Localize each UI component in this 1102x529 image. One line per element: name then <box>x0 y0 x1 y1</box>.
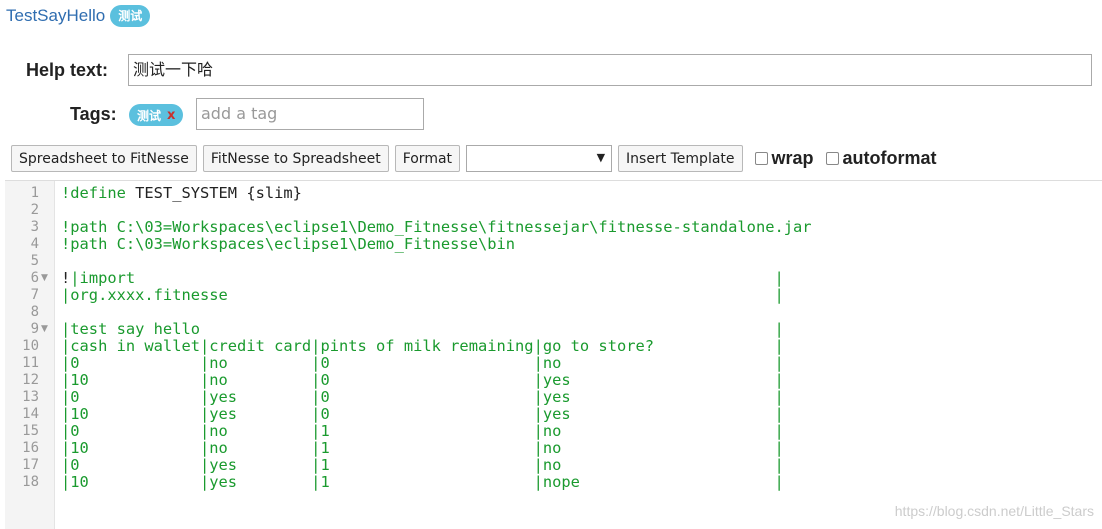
line-number: 8 <box>30 304 39 320</box>
page-header: TestSayHello 测试 <box>6 4 151 28</box>
help-text-label: Help text: <box>26 60 109 80</box>
tag-chip: 测试 x <box>129 104 184 126</box>
line-number: 6 <box>30 270 39 286</box>
page-name-link[interactable]: TestSayHello <box>6 6 105 26</box>
code-token: |org.xxxx.fitnesse | <box>61 286 784 304</box>
help-text-input[interactable]: 测试一下哈 <box>128 54 1092 86</box>
line-number: 17 <box>22 457 39 473</box>
fold-arrow-icon[interactable]: ▼ <box>41 270 48 287</box>
line-number: 3 <box>30 219 39 235</box>
page-tag-badge: 测试 <box>110 5 151 27</box>
code-line: |0 |no |0 |no | <box>61 355 812 372</box>
line-number: 1 <box>30 185 39 201</box>
code-line: |cash in wallet|credit card|pints of mil… <box>61 338 812 355</box>
line-number: 14 <box>22 406 39 422</box>
line-number: 15 <box>22 423 39 439</box>
code-line: !path C:\03=Workspaces\eclipse1\Demo_Fit… <box>61 219 812 236</box>
code-line: ​ <box>61 253 812 270</box>
code-line: |10 |no |0 |yes | <box>61 372 812 389</box>
tag-chip-label: 测试 <box>137 108 162 123</box>
autoformat-checkbox[interactable] <box>825 152 839 165</box>
code-token: |10 |yes |1 |nope | <box>61 473 784 491</box>
code-token: |0 |no |1 |no | <box>61 422 784 440</box>
line-number: 18 <box>22 474 39 490</box>
line-number: 13 <box>22 389 39 405</box>
wrap-label: wrap <box>771 148 814 168</box>
line-number: 4 <box>30 236 39 252</box>
format-button[interactable]: Format <box>394 145 461 172</box>
template-select[interactable]: ▼ <box>466 145 613 172</box>
dropdown-arrow-icon: ▼ <box>596 151 606 164</box>
add-tag-input[interactable]: add a tag <box>196 98 424 130</box>
code-token: !define <box>61 184 126 202</box>
remove-tag-icon[interactable]: x <box>167 108 175 123</box>
code-token: |import | <box>70 269 784 287</box>
fitnesse-to-spreadsheet-button[interactable]: FitNesse to Spreadsheet <box>202 145 389 172</box>
wrap-checkbox[interactable] <box>754 152 768 165</box>
code-line: |0 |yes |1 |no | <box>61 457 812 474</box>
code-token: !path C:\03=Workspaces\eclipse1\Demo_Fit… <box>61 235 516 253</box>
code-token: ! <box>61 269 71 287</box>
code-token: |10 |no |0 |yes | <box>61 371 784 389</box>
line-number: 12 <box>22 372 39 388</box>
watermark: https://blog.csdn.net/Little_Stars <box>894 503 1094 519</box>
autoformat-label: autoformat <box>842 148 937 168</box>
insert-template-button[interactable]: Insert Template <box>618 145 743 172</box>
code-token: TEST_SYSTEM {slim} <box>125 184 302 202</box>
code-line: !path C:\03=Workspaces\eclipse1\Demo_Fit… <box>61 236 812 253</box>
line-number: 9 <box>30 321 39 337</box>
code-token: |10 |no |1 |no | <box>61 439 784 457</box>
code-line: ​ <box>61 304 812 321</box>
code-content[interactable]: !define TEST_SYSTEM {slim}​!path C:\03=W… <box>61 185 812 491</box>
code-token: |cash in wallet|credit card|pints of mil… <box>61 337 784 355</box>
spreadsheet-to-fitnesse-button[interactable]: Spreadsheet to FitNesse <box>11 145 197 172</box>
code-line: |10 |yes |1 |nope | <box>61 474 812 491</box>
code-token: |10 |yes |0 |yes | <box>61 405 784 423</box>
tags-label: Tags: <box>70 104 117 124</box>
code-line: ​ <box>61 202 812 219</box>
code-token: |test say hello | <box>61 320 784 338</box>
code-line: |0 |yes |0 |yes | <box>61 389 812 406</box>
autoformat-option: autoformat <box>820 148 937 169</box>
code-line: |org.xxxx.fitnesse | <box>61 287 812 304</box>
line-number: 5 <box>30 253 39 269</box>
fold-arrow-icon[interactable]: ▼ <box>41 321 48 338</box>
code-line: |test say hello | <box>61 321 812 338</box>
line-number: 2 <box>30 202 39 218</box>
line-number: 7 <box>30 287 39 303</box>
code-line: |0 |no |1 |no | <box>61 423 812 440</box>
line-number: 11 <box>22 355 39 371</box>
wrap-option: wrap <box>749 148 814 169</box>
line-number: 10 <box>22 338 39 354</box>
code-token: |0 |yes |0 |yes | <box>61 388 784 406</box>
line-number-gutter: 1 2 3 4 5 6 ▼ 7 8 9 ▼ 10 11 12 13 14 15 16 17 18 <box>5 181 55 529</box>
code-token: !path C:\03=Workspaces\eclipse1\Demo_Fit… <box>61 218 812 236</box>
code-line: |10 |yes |0 |yes | <box>61 406 812 423</box>
editor-toolbar: Spreadsheet to FitNesse FitNesse to Spre… <box>11 145 937 172</box>
code-token: |0 |yes |1 |no | <box>61 456 784 474</box>
line-number: 16 <box>22 440 39 456</box>
code-line: !define TEST_SYSTEM {slim} <box>61 185 812 202</box>
code-token: |0 |no |0 |no | <box>61 354 784 372</box>
code-line: !|import | <box>61 270 812 287</box>
code-editor[interactable]: 1 2 3 4 5 6 ▼ 7 8 9 ▼ 10 11 12 13 14 15 16 17 18 !define TE… <box>5 180 1102 529</box>
code-line: |10 |no |1 |no | <box>61 440 812 457</box>
